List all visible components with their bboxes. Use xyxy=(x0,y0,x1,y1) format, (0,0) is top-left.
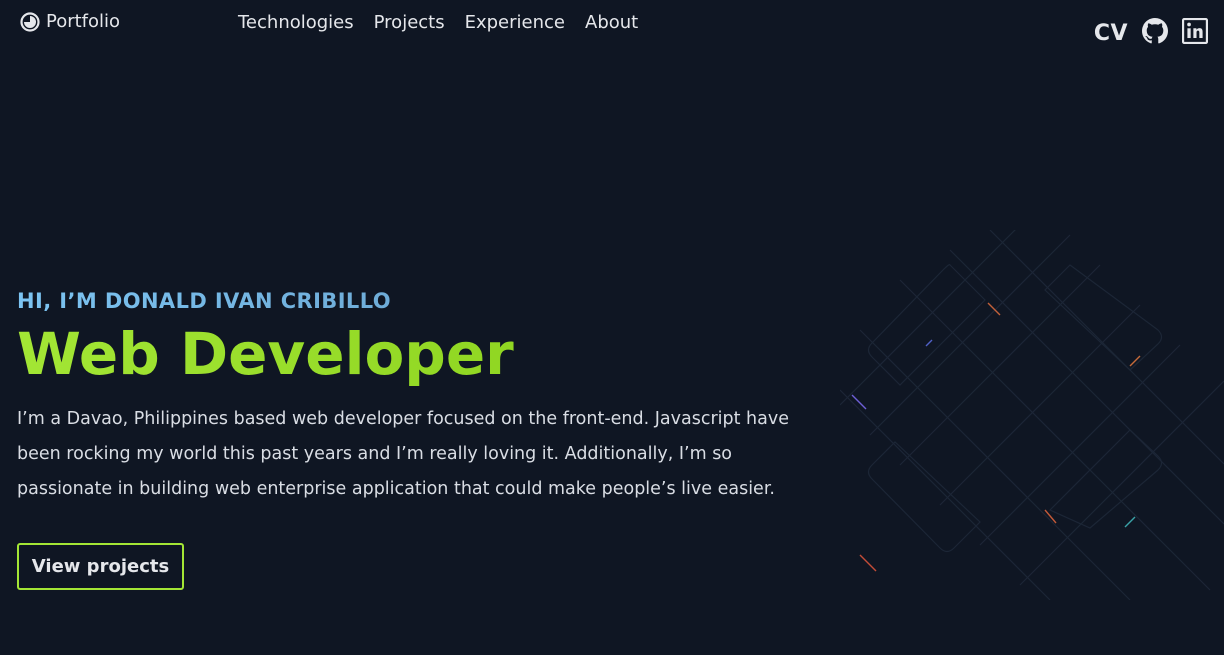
logo-icon xyxy=(20,11,40,32)
github-link[interactable] xyxy=(1142,18,1168,48)
portfolio-page: Portfolio Technologies Projects Experien… xyxy=(0,0,1224,655)
social-links: CV xyxy=(1094,18,1208,48)
hero-intro: I’m a Davao, Philippines based web devel… xyxy=(17,409,789,499)
hero-greeting: HI, I’M DONALD IVAN CRIBILLO xyxy=(17,286,837,316)
logo-label: Portfolio xyxy=(46,11,121,32)
decorative-grid-graphic xyxy=(840,230,1224,600)
hero-section: HI, I’M DONALD IVAN CRIBILLO Web Develop… xyxy=(17,286,837,507)
cv-link[interactable]: CV xyxy=(1094,21,1128,46)
nav-experience[interactable]: Experience xyxy=(465,11,565,35)
nav-projects[interactable]: Projects xyxy=(374,11,445,35)
nav-about[interactable]: About xyxy=(585,11,638,35)
site-header: Portfolio Technologies Projects Experien… xyxy=(0,0,1224,50)
view-projects-button[interactable]: View projects xyxy=(17,543,184,590)
logo-link[interactable]: Portfolio xyxy=(20,11,120,32)
hero-title: Web Developer xyxy=(17,320,837,388)
linkedin-icon xyxy=(1182,18,1208,48)
nav-technologies[interactable]: Technologies xyxy=(238,11,354,35)
github-icon xyxy=(1142,18,1168,48)
main-nav: Technologies Projects Experience About xyxy=(238,11,638,35)
linkedin-link[interactable] xyxy=(1182,18,1208,48)
